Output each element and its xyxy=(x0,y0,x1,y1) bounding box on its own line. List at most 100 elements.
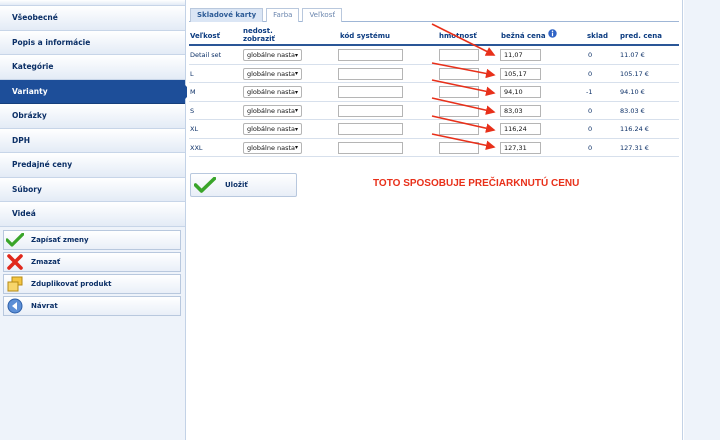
stock-cell: 0 xyxy=(588,106,593,115)
visibility-select-value: globálne nasta xyxy=(247,88,296,96)
regular-price-input[interactable]: 105,17 xyxy=(500,67,541,80)
weight-input[interactable] xyxy=(439,104,479,117)
write-changes-label: Zapísať zmeny xyxy=(31,235,89,244)
duplicate-product-button[interactable]: Zduplikovať produkt xyxy=(3,273,181,294)
visibility-select-value: globálne nasta xyxy=(247,106,296,115)
table-row: XXL globálne nasta ▾ 127,31 0 127.31 € xyxy=(189,139,679,157)
sidebar-item-kategorie[interactable]: Kategórie xyxy=(0,55,185,80)
visibility-select-value: globálne nasta xyxy=(247,143,296,152)
sidebar-item-vseobecne[interactable]: Všeobecné xyxy=(0,6,185,31)
col-sale-price-header: pred. cena xyxy=(620,32,662,40)
col-visibility-header: nedost. zobraziť xyxy=(243,27,275,43)
sidebar: Všeobecné Popis a informácie Kategórie V… xyxy=(0,0,192,440)
sidebar-item-subory[interactable]: Súbory xyxy=(0,177,185,202)
visibility-select-value: globálne nasta xyxy=(247,51,296,59)
chevron-down-icon: ▾ xyxy=(295,125,299,133)
sale-price-cell: 11.07 € xyxy=(620,51,645,59)
delete-label: Zmazať xyxy=(31,257,61,266)
variant-tabs: Skladové karty Farba Veľkosť xyxy=(189,8,679,22)
back-button[interactable]: Návrat xyxy=(3,295,181,316)
visibility-select-value: globálne nasta xyxy=(247,69,296,78)
col-system-code-header: kód systému xyxy=(340,32,390,40)
size-cell: S xyxy=(190,106,195,115)
tab-skladove-karty[interactable]: Skladové karty xyxy=(190,8,264,22)
regular-price-input[interactable]: 11,07 xyxy=(500,49,541,61)
delete-x-icon xyxy=(6,253,24,270)
sale-price-cell: 83.03 € xyxy=(620,106,645,115)
col-weight-header: hmotnosť xyxy=(439,32,477,40)
table-row: L globálne nasta ▾ 105,17 0 105.17 € xyxy=(189,65,679,83)
right-margin xyxy=(684,0,720,440)
duplicate-product-label: Zduplikovať produkt xyxy=(31,279,112,288)
weight-input[interactable] xyxy=(439,67,479,80)
delete-button[interactable]: Zmazať xyxy=(3,251,181,272)
save-button[interactable]: Uložiť xyxy=(190,173,297,197)
size-cell: XXL xyxy=(190,143,203,152)
weight-input[interactable] xyxy=(439,86,479,98)
col-visibility-header-line1: nedost. xyxy=(243,27,273,35)
stock-cell: 0 xyxy=(588,125,593,133)
check-icon xyxy=(194,176,216,194)
col-size-header: Veľkosť xyxy=(190,32,220,40)
back-arrow-icon xyxy=(6,298,24,314)
stock-cell: 0 xyxy=(588,69,593,78)
chevron-down-icon: ▾ xyxy=(295,88,299,96)
visibility-select[interactable]: globálne nasta ▾ xyxy=(243,104,302,117)
table-row: S globálne nasta ▾ 83,03 0 83.03 € xyxy=(189,102,679,120)
size-cell: XL xyxy=(190,125,199,133)
col-regular-price-header: bežná cena xyxy=(501,32,546,40)
table-row: M globálne nasta ▾ 94,10 -1 94.10 € xyxy=(189,83,679,102)
system-code-input[interactable] xyxy=(338,141,403,154)
chevron-down-icon: ▾ xyxy=(295,70,299,77)
weight-input[interactable] xyxy=(439,49,479,61)
sidebar-item-predajne-ceny[interactable]: Predajné ceny xyxy=(0,153,185,178)
system-code-input[interactable] xyxy=(338,104,403,117)
duplicate-boxes-icon xyxy=(6,276,24,292)
size-cell: Detail set xyxy=(190,51,222,59)
visibility-select[interactable]: globálne nasta ▾ xyxy=(243,67,302,80)
stock-cell: 0 xyxy=(588,143,593,152)
sidebar-item-videa[interactable]: Videá xyxy=(0,202,185,227)
col-visibility-header-line2: zobraziť xyxy=(243,35,275,43)
annotation-text: TOTO SPOSOBUJE PREČIARKNUTÚ CENU xyxy=(373,178,580,189)
regular-price-input[interactable]: 83,03 xyxy=(500,104,541,117)
system-code-input[interactable] xyxy=(338,123,403,135)
system-code-input[interactable] xyxy=(338,86,403,98)
visibility-select[interactable]: globálne nasta ▾ xyxy=(243,123,302,135)
regular-price-input[interactable]: 127,31 xyxy=(500,141,541,154)
chevron-down-icon: ▾ xyxy=(295,144,299,151)
chevron-down-icon: ▾ xyxy=(295,51,299,59)
write-changes-button[interactable]: Zapísať zmeny xyxy=(3,229,181,250)
sale-price-cell: 105.17 € xyxy=(620,69,649,78)
sale-price-cell: 94.10 € xyxy=(620,88,645,96)
tab-velkost[interactable]: Veľkosť xyxy=(302,8,343,22)
system-code-input[interactable] xyxy=(338,49,403,61)
sidebar-item-dph[interactable]: DPH xyxy=(0,128,185,153)
check-icon xyxy=(6,232,24,248)
regular-price-input[interactable]: 94,10 xyxy=(500,86,541,98)
chevron-down-icon: ▾ xyxy=(295,107,299,114)
sidebar-item-obrazky[interactable]: Obrázky xyxy=(0,104,185,129)
system-code-input[interactable] xyxy=(338,67,403,80)
sidebar-item-varianty[interactable]: Varianty xyxy=(0,79,192,104)
visibility-select[interactable]: globálne nasta ▾ xyxy=(243,49,302,61)
visibility-select[interactable]: globálne nasta ▾ xyxy=(243,86,302,98)
visibility-select[interactable]: globálne nasta ▾ xyxy=(243,141,302,154)
visibility-select-value: globálne nasta xyxy=(247,125,296,133)
size-cell: L xyxy=(190,69,194,78)
regular-price-input[interactable]: 116,24 xyxy=(500,123,541,135)
main-content: Skladové karty Farba Veľkosť Veľkosť ned… xyxy=(187,0,683,440)
weight-input[interactable] xyxy=(439,123,479,135)
weight-input[interactable] xyxy=(439,141,479,154)
sale-price-cell: 116.24 € xyxy=(620,125,649,133)
save-button-label: Uložiť xyxy=(225,181,248,189)
tab-farba[interactable]: Farba xyxy=(266,8,300,22)
sale-price-cell: 127.31 € xyxy=(620,143,649,152)
stock-cell: 0 xyxy=(588,51,593,59)
table-row: XL globálne nasta ▾ 116,24 0 116.24 € xyxy=(189,120,679,139)
col-stock-header: sklad xyxy=(587,32,608,40)
sidebar-item-popis[interactable]: Popis a informácie xyxy=(0,30,185,55)
stock-cell: -1 xyxy=(586,88,593,96)
info-icon[interactable] xyxy=(548,29,557,40)
table-header: Veľkosť nedost. zobraziť kód systému hmo… xyxy=(189,24,679,46)
